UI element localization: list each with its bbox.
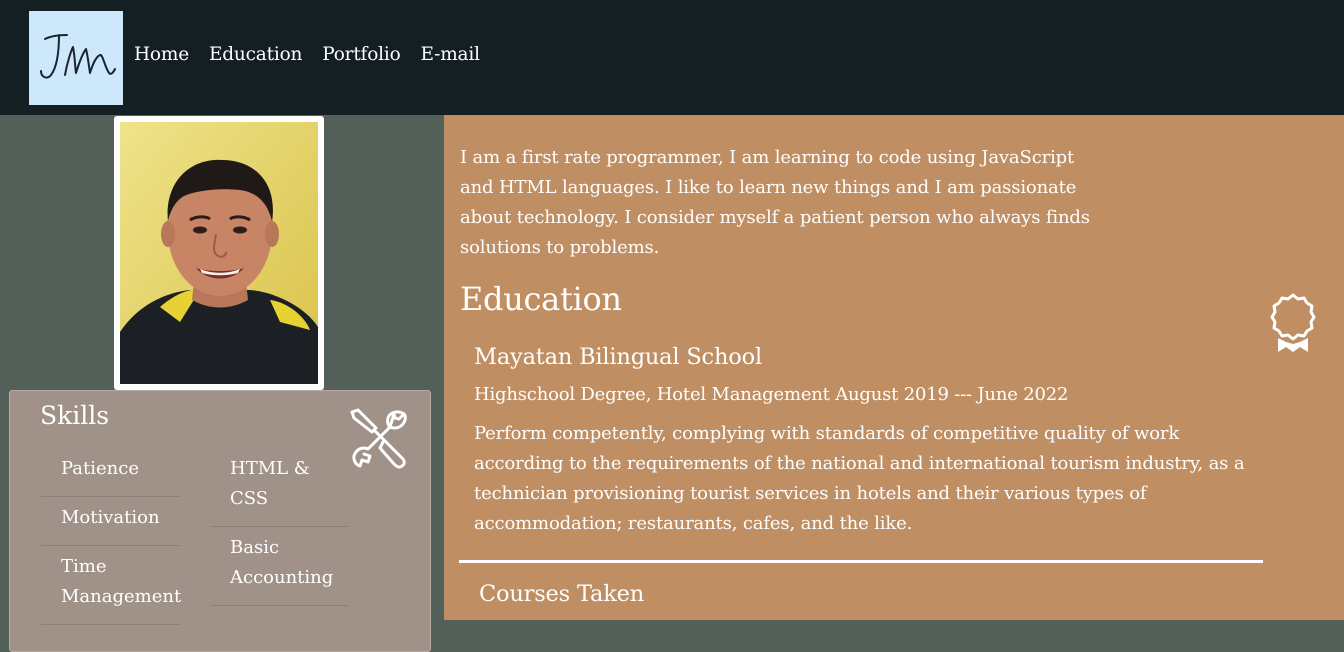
about-text: I am a first rate programmer, I am learn… [460, 147, 1090, 258]
main-nav: Home Education Portfolio E-mail [134, 44, 480, 65]
jm-logo[interactable] [29, 11, 123, 105]
profile-photo-frame [114, 116, 324, 390]
skills-card: Skills Patience Motivation Time Manageme… [9, 390, 431, 652]
profile-photo [120, 122, 318, 384]
jm-signature-logo-icon [40, 34, 116, 79]
skills-column-one: Patience Motivation Time Management [41, 448, 181, 625]
school-name: Mayatan Bilingual School [474, 344, 762, 370]
top-navbar: Home Education Portfolio E-mail [0, 0, 1344, 115]
section-divider [459, 560, 1263, 563]
courses-heading: Courses Taken [479, 581, 645, 607]
education-description: Perform competently, complying with stan… [474, 423, 1245, 534]
nav-email[interactable]: E-mail [421, 44, 481, 65]
skills-title: Skills [40, 401, 110, 430]
nav-portfolio[interactable]: Portfolio [322, 44, 400, 65]
skill-item: Time Management [41, 546, 181, 625]
left-sidebar: Skills Patience Motivation Time Manageme… [0, 115, 444, 652]
wrench-screwdriver-icon [346, 406, 410, 474]
award-ribbon-icon [1270, 292, 1316, 358]
skill-item: Motivation [41, 497, 180, 546]
skill-item: Basic Accounting [210, 527, 349, 606]
nav-education[interactable]: Education [209, 44, 302, 65]
nav-home[interactable]: Home [134, 44, 189, 65]
degree-line: Highschool Degree, Hotel Management Augu… [474, 384, 1069, 405]
education-heading: Education [460, 280, 622, 318]
main-content: I am a first rate programmer, I am learn… [444, 115, 1344, 620]
skills-column-two: HTML & CSS Basic Accounting [210, 448, 349, 606]
skill-item: HTML & CSS [210, 448, 349, 527]
skill-item: Patience [41, 448, 180, 497]
